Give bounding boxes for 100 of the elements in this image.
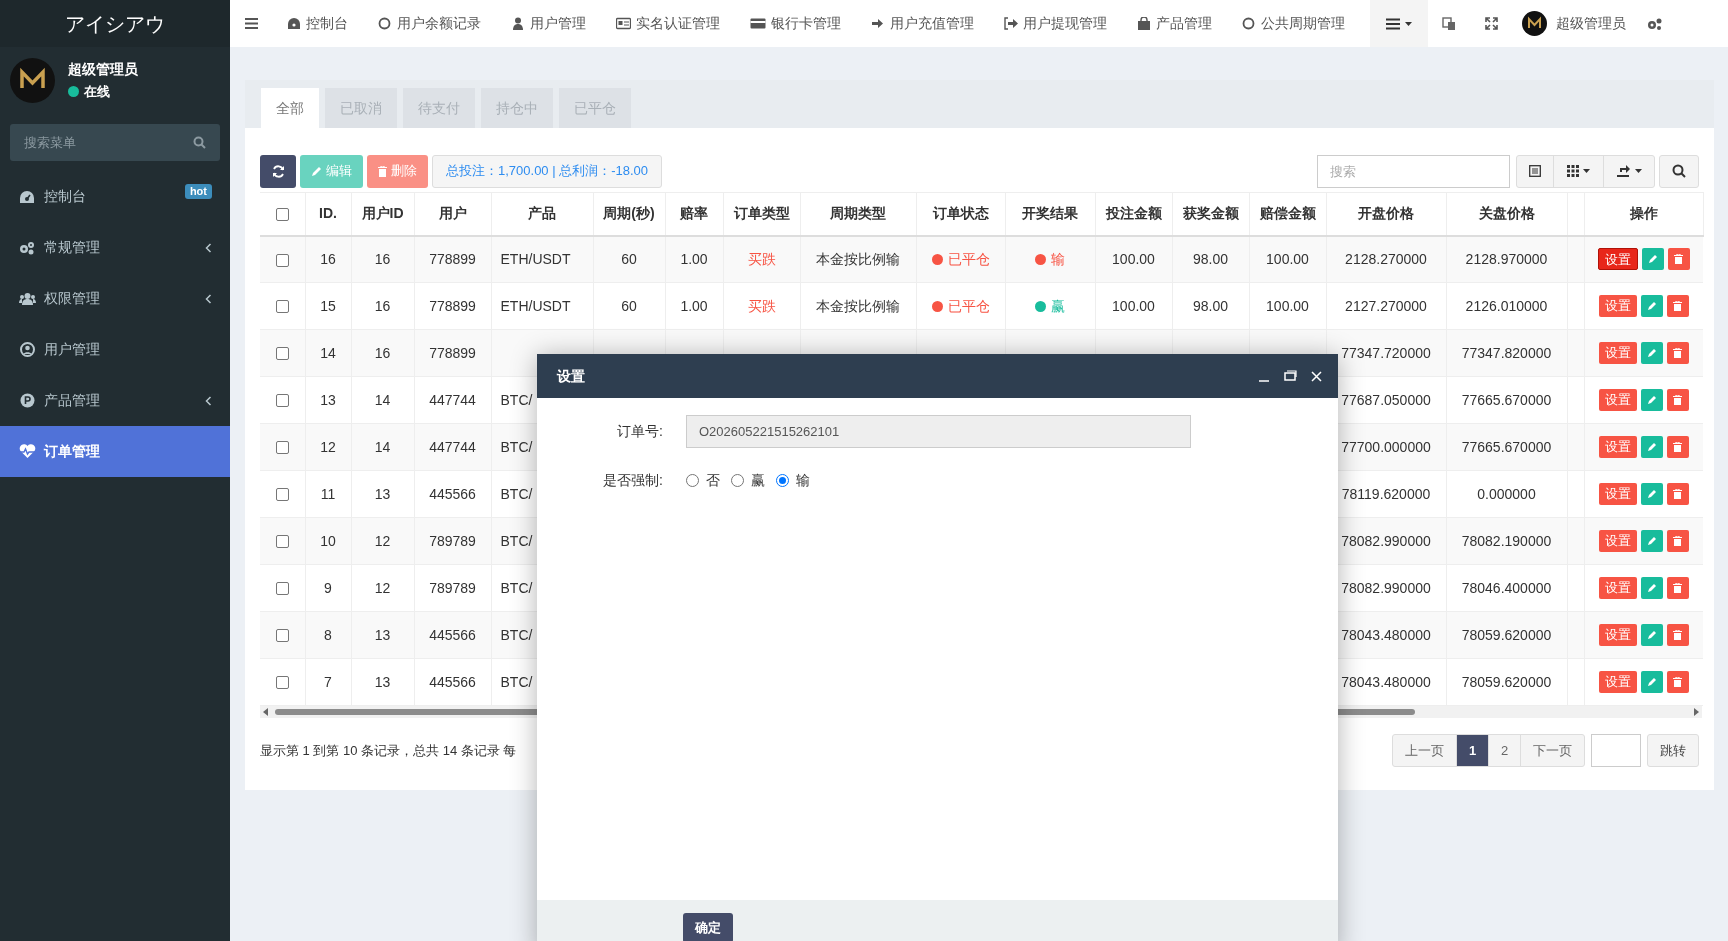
- delete-button[interactable]: [1666, 530, 1689, 552]
- select-all-checkbox[interactable]: [275, 208, 289, 221]
- table-cell: 11: [320, 485, 336, 502]
- edit-button[interactable]: [1640, 483, 1663, 505]
- delete-button[interactable]: [1666, 483, 1689, 505]
- sidebar-item[interactable]: 产品管理: [0, 375, 230, 426]
- table-cell: 100.00: [1266, 297, 1309, 314]
- heartbeat-icon: [18, 444, 36, 459]
- row-checkbox[interactable]: [275, 488, 289, 502]
- delete-button[interactable]: [1666, 624, 1689, 646]
- column-header: 关盘价格: [1478, 205, 1535, 222]
- nav-dropdown-button[interactable]: [1370, 0, 1428, 47]
- radio-option[interactable]: 输: [776, 469, 810, 491]
- column-header: 用户: [438, 205, 467, 222]
- edit-button[interactable]: [1640, 577, 1663, 599]
- table-cell: 77665.670000: [1461, 391, 1552, 408]
- table-cell: BTC/: [500, 391, 533, 408]
- column-header: 用户ID: [361, 205, 404, 222]
- sidebar-item[interactable]: 常规管理: [0, 222, 230, 273]
- delete-button[interactable]: [1666, 577, 1689, 599]
- radio-option[interactable]: 否: [686, 469, 720, 491]
- table-cell: 77347.820000: [1461, 344, 1552, 361]
- nav-link[interactable]: 产品管理: [1122, 0, 1227, 47]
- hot-badge: hot: [184, 184, 212, 199]
- next-page-button[interactable]: 下一页: [1520, 734, 1585, 767]
- row-checkbox[interactable]: [275, 441, 289, 455]
- row-checkbox[interactable]: [275, 394, 289, 408]
- credit-card-icon: [750, 17, 766, 30]
- confirm-button[interactable]: 确定: [683, 913, 733, 941]
- column-header: 开盘价格: [1358, 205, 1414, 222]
- nav-link[interactable]: 银行卡管理: [735, 0, 856, 47]
- delete-button[interactable]: [1666, 342, 1689, 364]
- edit-button[interactable]: [1640, 295, 1663, 317]
- page-jump-field[interactable]: [1591, 734, 1641, 767]
- sidebar-item[interactable]: 用户管理: [0, 324, 230, 375]
- radio-option[interactable]: 赢: [731, 469, 765, 491]
- nav-link[interactable]: 用户余额记录: [363, 0, 496, 47]
- table-cell: 12: [320, 438, 336, 455]
- edit-button[interactable]: [1640, 389, 1663, 411]
- edit-button[interactable]: [1640, 436, 1663, 458]
- delete-button[interactable]: [1666, 295, 1689, 317]
- table-cell: 789789: [429, 532, 476, 549]
- table-cell: 16: [374, 250, 391, 267]
- row-checkbox[interactable]: [275, 253, 289, 267]
- delete-button[interactable]: [1666, 389, 1689, 411]
- nav-link[interactable]: 用户管理: [496, 0, 601, 47]
- caret-icon: [1634, 169, 1642, 173]
- row-checkbox[interactable]: [275, 676, 289, 690]
- table-cell: 2128.270000: [1345, 250, 1427, 267]
- table-cell: 100.00: [1112, 250, 1155, 267]
- table-cell: 445566: [429, 485, 476, 502]
- refresh-button[interactable]: [260, 154, 296, 188]
- set-button[interactable]: 设置: [1597, 248, 1638, 271]
- prev-page-button[interactable]: 上一页: [1392, 734, 1457, 767]
- maximize-icon[interactable]: [1284, 370, 1297, 382]
- close-icon[interactable]: [1311, 370, 1322, 382]
- nav-link[interactable]: 用户提现管理: [989, 0, 1122, 47]
- jump-button[interactable]: 跳转: [1647, 734, 1699, 767]
- user-circle-icon: [19, 342, 35, 357]
- column-header: 订单类型: [733, 205, 790, 222]
- edit-button[interactable]: [1640, 530, 1663, 552]
- nav-link[interactable]: 控制台: [272, 0, 363, 47]
- row-checkbox[interactable]: [275, 535, 289, 549]
- row-checkbox[interactable]: [275, 347, 289, 361]
- table-cell: 13: [320, 391, 336, 408]
- sidebar-item[interactable]: 控制台 hot: [0, 171, 230, 222]
- delete-button[interactable]: [1666, 671, 1689, 693]
- menu-search-field[interactable]: 搜索菜单: [10, 124, 220, 161]
- table-cell: 12: [374, 579, 391, 596]
- column-header: 开奖结果: [1022, 205, 1078, 222]
- order-number-field[interactable]: O202605221515262101: [686, 415, 1191, 448]
- table-cell: 16: [374, 344, 391, 361]
- tab[interactable]: 全部: [261, 88, 319, 128]
- search-button[interactable]: [1659, 154, 1699, 188]
- edit-button[interactable]: [1641, 248, 1664, 271]
- row-checkbox[interactable]: [275, 582, 289, 596]
- edit-button[interactable]: [1640, 671, 1663, 693]
- nav-link[interactable]: 公共周期管理: [1227, 0, 1360, 47]
- edit-button[interactable]: [1640, 624, 1663, 646]
- delete-button[interactable]: [1667, 248, 1690, 271]
- user-menu[interactable]: 超级管理员: [1512, 0, 1640, 47]
- sidebar-item[interactable]: 订单管理: [0, 426, 230, 477]
- table-cell: 14: [320, 344, 336, 361]
- table-cell: 78059.620000: [1461, 673, 1552, 690]
- table-cell: 78082.990000: [1341, 532, 1431, 549]
- search-field[interactable]: 搜索: [1317, 154, 1510, 188]
- table-cell: 100.00: [1112, 297, 1155, 314]
- table-cell: BTC/: [500, 579, 533, 596]
- table-cell: 78043.480000: [1341, 673, 1431, 690]
- row-checkbox[interactable]: [275, 629, 289, 643]
- edit-button[interactable]: [1640, 342, 1663, 364]
- row-checkbox[interactable]: [275, 300, 289, 314]
- table-cell: 10: [320, 532, 336, 549]
- page-button[interactable]: 2: [1488, 734, 1521, 767]
- table-cell: 447744: [429, 391, 476, 408]
- nav-link[interactable]: 用户充值管理: [856, 0, 989, 47]
- page-button[interactable]: 1: [1456, 734, 1489, 767]
- sidebar-item[interactable]: 权限管理: [0, 273, 230, 324]
- nav-link[interactable]: 实名认证管理: [601, 0, 735, 47]
- delete-button[interactable]: [1666, 436, 1689, 458]
